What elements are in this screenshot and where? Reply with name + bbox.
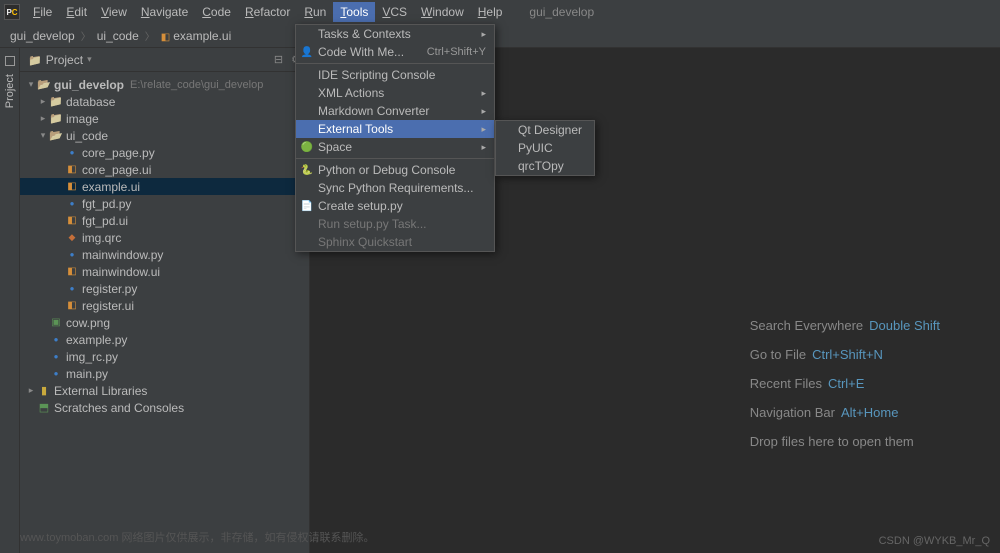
menu-item[interactable]: 👤Code With Me...Ctrl+Shift+Y [296, 43, 494, 61]
tree-item[interactable]: core_page.py [20, 144, 309, 161]
panel-title: Project [46, 53, 83, 67]
menu-item[interactable]: 📄Create setup.py [296, 197, 494, 215]
tree-item[interactable]: ▾ui_code [20, 127, 309, 144]
breadcrumb-item[interactable]: example.ui [159, 29, 233, 43]
menu-separator [296, 158, 494, 159]
menu-item[interactable]: External Tools▸ [296, 120, 494, 138]
welcome-hint: Navigation BarAlt+Home [750, 405, 940, 420]
menu-view[interactable]: View [94, 2, 134, 22]
tree-item[interactable]: ▸External Libraries [20, 382, 309, 399]
menu-separator [296, 63, 494, 64]
tree-item[interactable]: core_page.ui [20, 161, 309, 178]
project-tab-icon [5, 56, 15, 66]
project-panel: Project ▾ ⊟ ⚙ ▾gui_developE:\relate_code… [20, 48, 310, 553]
menu-item[interactable]: Markdown Converter▸ [296, 102, 494, 120]
welcome-hint: Recent FilesCtrl+E [750, 376, 940, 391]
tree-item[interactable]: img.qrc [20, 229, 309, 246]
submenu-item[interactable]: Qt Designer [496, 121, 594, 139]
chevron-down-icon[interactable]: ▾ [87, 54, 92, 65]
menu-item: Sphinx Quickstart [296, 233, 494, 251]
welcome-hint: Go to FileCtrl+Shift+N [750, 347, 940, 362]
menu-item[interactable]: 🟢Space▸ [296, 138, 494, 156]
external-tools-submenu: Qt DesignerPyUICqrcTOpy [495, 120, 595, 176]
breadcrumbs: gui_develop〉ui_code〉example.ui [0, 24, 1000, 48]
menu-navigate[interactable]: Navigate [134, 2, 195, 22]
tree-item[interactable]: fgt_pd.py [20, 195, 309, 212]
tree-item[interactable]: fgt_pd.ui [20, 212, 309, 229]
tree-item[interactable]: Scratches and Consoles [20, 399, 309, 416]
tree-item[interactable]: register.py [20, 280, 309, 297]
menu-code[interactable]: Code [195, 2, 238, 22]
menu-item[interactable]: Tasks & Contexts▸ [296, 25, 494, 43]
welcome-hint: Drop files here to open them [750, 434, 940, 449]
breadcrumb-item[interactable]: ui_code [95, 29, 141, 43]
tree-item[interactable]: img_rc.py [20, 348, 309, 365]
menu-item[interactable]: IDE Scripting Console [296, 66, 494, 84]
project-icon [28, 53, 42, 67]
panel-header: Project ▾ ⊟ ⚙ [20, 48, 309, 72]
tools-dropdown: Tasks & Contexts▸👤Code With Me...Ctrl+Sh… [295, 24, 495, 252]
tree-item[interactable]: example.py [20, 331, 309, 348]
submenu-item[interactable]: PyUIC [496, 139, 594, 157]
submenu-item[interactable]: qrcTOpy [496, 157, 594, 175]
tree-item[interactable]: mainwindow.ui [20, 263, 309, 280]
menu-refactor[interactable]: Refactor [238, 2, 297, 22]
project-name: gui_develop [529, 5, 594, 19]
app-icon: PC [4, 4, 20, 20]
breadcrumb-item[interactable]: gui_develop [8, 29, 77, 43]
watermark: CSDN @WYKB_Mr_Q [879, 535, 990, 547]
menu-edit[interactable]: Edit [59, 2, 94, 22]
tree-item[interactable]: ▾gui_developE:\relate_code\gui_develop [20, 76, 309, 93]
tree-item[interactable]: ▸image [20, 110, 309, 127]
project-tree: ▾gui_developE:\relate_code\gui_develop▸d… [20, 72, 309, 553]
menu-file[interactable]: File [26, 2, 59, 22]
menu-window[interactable]: Window [414, 2, 471, 22]
menu-run[interactable]: Run [297, 2, 333, 22]
collapse-icon[interactable]: ⊟ [274, 53, 283, 66]
menu-item[interactable]: XML Actions▸ [296, 84, 494, 102]
menu-help[interactable]: Help [471, 2, 510, 22]
sidebar-tab-project[interactable]: Project [4, 70, 16, 112]
tree-item[interactable]: ▸database [20, 93, 309, 110]
tree-item[interactable]: cow.png [20, 314, 309, 331]
welcome-hints: Search EverywhereDouble Shift Go to FileC… [750, 318, 940, 449]
tree-item[interactable]: example.ui [20, 178, 309, 195]
welcome-hint: Search EverywhereDouble Shift [750, 318, 940, 333]
menubar: FileEditViewNavigateCodeRefactorRunTools… [26, 2, 509, 22]
tree-item[interactable]: register.ui [20, 297, 309, 314]
menu-vcs[interactable]: VCS [375, 2, 414, 22]
menu-tools[interactable]: Tools [333, 2, 375, 22]
watermark2: www.toymoban.com 网络图片仅供展示，非存储，如有侵权请联系删除。 [20, 529, 374, 545]
tree-item[interactable]: mainwindow.py [20, 246, 309, 263]
tree-item[interactable]: main.py [20, 365, 309, 382]
sidebar-tab-strip: Project [0, 48, 20, 553]
chevron-right-icon: 〉 [141, 28, 159, 43]
titlebar: PC FileEditViewNavigateCodeRefactorRunTo… [0, 0, 1000, 24]
menu-item[interactable]: 🐍Python or Debug Console [296, 161, 494, 179]
chevron-right-icon: 〉 [77, 28, 95, 43]
menu-item[interactable]: Sync Python Requirements... [296, 179, 494, 197]
menu-item: Run setup.py Task... [296, 215, 494, 233]
